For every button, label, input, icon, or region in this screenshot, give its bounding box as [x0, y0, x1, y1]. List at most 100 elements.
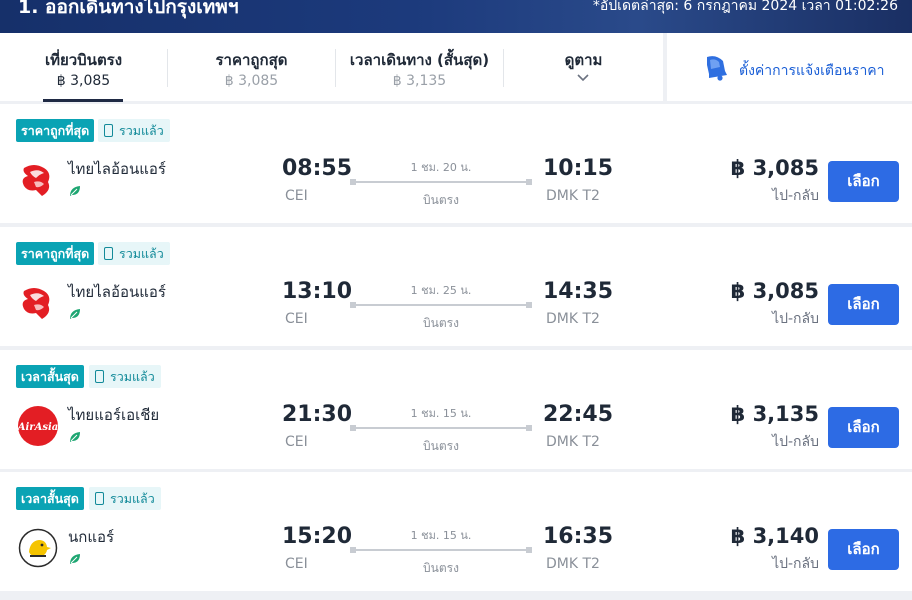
active-tab-underline: [43, 99, 123, 102]
departure-airport: CEI: [285, 434, 308, 450]
fare-price: ฿ 3,085: [730, 279, 819, 303]
fare-price: ฿ 3,140: [730, 524, 819, 548]
departure-time: 08:55: [282, 156, 353, 181]
select-button[interactable]: เลือก: [828, 407, 899, 448]
price-alert-button[interactable]: ตั้งค่าการแจ้งเตือนราคา: [667, 33, 912, 101]
luggage-icon: [95, 492, 104, 505]
flight-duration: 1 ชม. 25 น.: [410, 284, 472, 297]
departure-time: 15:20: [282, 524, 353, 549]
select-button[interactable]: เลือก: [828, 529, 899, 570]
route-title: 1. ออกเดินทางไปกรุงเทพฯ: [18, 0, 239, 18]
route-start-dot: [350, 179, 356, 185]
tab-direct-flights[interactable]: เที่ยวบินตรง ฿ 3,085: [0, 33, 167, 102]
route-end-dot: [526, 179, 532, 185]
baggage-included-label: รวมแล้ว: [119, 123, 164, 138]
flight-card[interactable]: เวลาสั้นสุด รวมแล้วนกแอร์ 15:20 CEI 1 ชม. 15…: [0, 472, 912, 591]
bell-icon: [707, 56, 727, 81]
route-line: [350, 302, 532, 308]
select-button[interactable]: เลือก: [828, 161, 899, 202]
arrival-airport: DMK T2: [546, 188, 600, 204]
fare-price: ฿ 3,085: [730, 156, 819, 180]
flight-duration: 1 ชม. 20 น.: [410, 161, 472, 174]
tab-price: ฿ 3,135: [392, 73, 447, 89]
airline-name: นกแอร์: [68, 528, 115, 546]
thai-lion-air-logo: [18, 160, 58, 200]
trip-type: ไป-กลับ: [772, 188, 819, 204]
stops-label: บินตรง: [423, 316, 459, 330]
departure-airport: CEI: [285, 556, 308, 572]
tab-price: ฿ 3,085: [224, 73, 279, 89]
departure-airport: CEI: [285, 188, 308, 204]
airline-name: ไทยไลอ้อนแอร์: [68, 283, 166, 301]
route-start-dot: [350, 547, 356, 553]
sort-bar: เที่ยวบินตรง ฿ 3,085 ราคาถูกสุด ฿ 3,085 …: [0, 33, 663, 102]
route-end-dot: [526, 547, 532, 553]
departure-time: 21:30: [282, 402, 353, 427]
luggage-icon: [104, 247, 113, 260]
trip-type: ไป-กลับ: [772, 556, 819, 572]
flight-badge: เวลาสั้นสุด: [16, 365, 84, 388]
departure-airport: CEI: [285, 311, 308, 327]
baggage-included-tag: รวมแล้ว: [89, 365, 161, 388]
airline-name: ไทยแอร์เอเชีย: [68, 406, 160, 424]
tab-sort-by[interactable]: ดูตาม: [504, 33, 663, 101]
stops-label: บินตรง: [423, 193, 459, 207]
luggage-icon: [95, 370, 104, 383]
leaf-icon[interactable]: [68, 307, 82, 321]
departure-time: 13:10: [282, 279, 353, 304]
tab-label: ดูตาม: [564, 51, 603, 69]
fare-price: ฿ 3,135: [730, 402, 819, 426]
chevron-down-icon[interactable]: [577, 72, 589, 84]
svg-text:AirAsia: AirAsia: [18, 422, 58, 433]
baggage-included-tag: รวมแล้ว: [98, 242, 170, 265]
trip-type: ไป-กลับ: [772, 434, 819, 450]
arrival-time: 16:35: [543, 524, 614, 549]
tab-shortest[interactable]: เวลาเดินทาง (สั้นสุด) ฿ 3,135: [336, 33, 503, 101]
stops-label: บินตรง: [423, 439, 459, 453]
route-start-dot: [350, 425, 356, 431]
select-button[interactable]: เลือก: [828, 284, 899, 325]
route-end-dot: [526, 425, 532, 431]
airasia-logo: AirAsia: [17, 406, 58, 446]
arrival-time: 10:15: [543, 156, 614, 181]
tab-label: ราคาถูกสุด: [215, 51, 288, 69]
baggage-included-label: รวมแล้ว: [110, 491, 155, 506]
arrival-airport: DMK T2: [546, 311, 600, 327]
flight-badge: ราคาถูกที่สุด: [16, 119, 95, 142]
arrival-airport: DMK T2: [546, 556, 600, 572]
route-start-dot: [350, 302, 356, 308]
flight-badge: เวลาสั้นสุด: [16, 487, 84, 510]
flight-card[interactable]: ราคาถูกที่สุด รวมแล้วไทยไลอ้อนแอร์ 13:10 CE…: [0, 227, 912, 346]
flight-badge: ราคาถูกที่สุด: [16, 242, 95, 265]
route-line: [350, 547, 532, 553]
leaf-icon[interactable]: [68, 184, 82, 198]
baggage-included-label: รวมแล้ว: [110, 369, 155, 384]
route-header: 1. ออกเดินทางไปกรุงเทพฯ *อัปเดตล่าสุด: 6…: [0, 0, 912, 33]
route-end-dot: [526, 302, 532, 308]
leaf-icon[interactable]: [68, 552, 82, 566]
stops-label: บินตรง: [423, 561, 459, 575]
luggage-icon: [104, 124, 113, 137]
baggage-included-tag: รวมแล้ว: [89, 487, 161, 510]
tab-cheapest[interactable]: ราคาถูกสุด ฿ 3,085: [168, 33, 335, 101]
price-alert-label: ตั้งค่าการแจ้งเตือนราคา: [739, 63, 885, 79]
flight-card[interactable]: ราคาถูกที่สุด รวมแล้วไทยไลอ้อนแอร์ 08:55 CE…: [0, 104, 912, 223]
last-updated: *อัปเดตล่าสุด: 6 กรกฎาคม 2024 เวลา 01:02…: [592, 0, 898, 14]
flight-duration: 1 ชม. 15 น.: [410, 529, 472, 542]
nok-air-logo: [18, 528, 58, 568]
thai-lion-air-logo: [18, 283, 58, 323]
route-line: [350, 179, 532, 185]
route-line: [350, 425, 532, 431]
arrival-airport: DMK T2: [546, 434, 600, 450]
flight-duration: 1 ชม. 15 น.: [410, 407, 472, 420]
leaf-icon[interactable]: [68, 430, 82, 444]
flight-card[interactable]: เวลาสั้นสุด รวมแล้ว AirAsia ไทยแอร์เอเชีย 21…: [0, 350, 912, 469]
arrival-time: 22:45: [543, 402, 614, 427]
tab-label: เวลาเดินทาง (สั้นสุด): [349, 51, 490, 69]
baggage-included-label: รวมแล้ว: [119, 246, 164, 261]
baggage-included-tag: รวมแล้ว: [98, 119, 170, 142]
arrival-time: 14:35: [543, 279, 614, 304]
airline-name: ไทยไลอ้อนแอร์: [68, 160, 166, 178]
tab-price: ฿ 3,085: [56, 73, 111, 89]
trip-type: ไป-กลับ: [772, 311, 819, 327]
